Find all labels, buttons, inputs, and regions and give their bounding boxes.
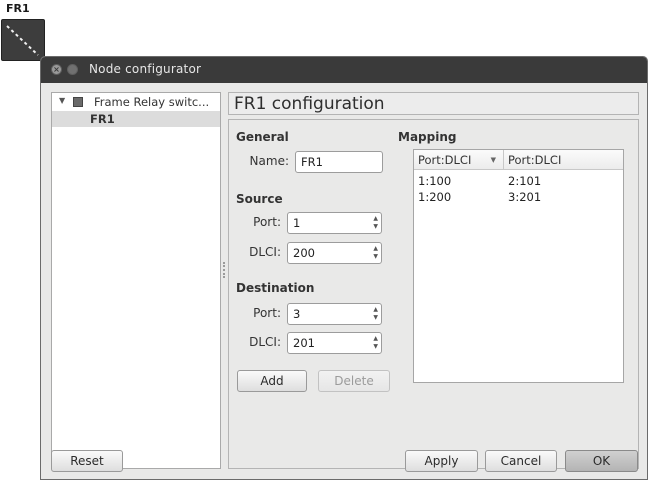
table-cell[interactable]: 2:101 xyxy=(508,174,541,188)
ok-button[interactable]: OK xyxy=(565,450,638,472)
destination-heading: Destination xyxy=(236,281,315,295)
source-dlci-value: 200 xyxy=(293,246,315,260)
cancel-button[interactable]: Cancel xyxy=(485,450,557,472)
add-button[interactable]: Add xyxy=(237,370,307,392)
spin-up-icon[interactable]: ▲ xyxy=(373,216,378,222)
sort-down-icon: ▼ xyxy=(490,156,496,164)
switch-icon xyxy=(73,97,83,107)
spin-arrows[interactable]: ▲ ▼ xyxy=(369,304,381,324)
source-port-value: 1 xyxy=(293,216,301,230)
destination-port-label: Port: xyxy=(253,306,281,320)
spin-arrows[interactable]: ▲ ▼ xyxy=(369,333,381,353)
mapping-heading: Mapping xyxy=(398,130,457,144)
destination-dlci-label: DLCI: xyxy=(249,335,281,349)
column-header-source[interactable]: Port:DLCI ▼ xyxy=(414,150,504,170)
destination-dlci-spinbox[interactable]: 201 ▲ ▼ xyxy=(287,332,382,354)
delete-button[interactable]: Delete xyxy=(318,370,390,392)
source-dlci-label: DLCI: xyxy=(249,245,281,259)
source-port-spinbox[interactable]: 1 ▲ ▼ xyxy=(287,212,382,234)
config-title: FR1 configuration xyxy=(234,94,385,114)
destination-dlci-value: 201 xyxy=(293,336,315,350)
name-label: Name: xyxy=(249,154,289,168)
destination-port-spinbox[interactable]: 3 ▲ ▼ xyxy=(287,303,382,325)
destination-port-value: 3 xyxy=(293,307,301,321)
tree-item-label: FR1 xyxy=(90,112,115,126)
tree-group-frame-relay[interactable]: ▼ Frame Relay switc... xyxy=(52,95,220,111)
title-bar[interactable]: × Node configurator xyxy=(41,57,647,83)
column-header-destination[interactable]: Port:DLCI xyxy=(504,150,623,170)
mapping-table[interactable]: Port:DLCI ▼ Port:DLCI 1:100 2:101 1:200 … xyxy=(413,149,624,383)
spin-up-icon[interactable]: ▲ xyxy=(373,246,378,252)
column-header-label: Port:DLCI xyxy=(508,153,562,167)
tree-group-label: Frame Relay switc... xyxy=(94,95,210,109)
column-header-label: Port:DLCI xyxy=(418,153,472,167)
node-label: FR1 xyxy=(6,2,30,15)
window-title: Node configurator xyxy=(89,62,202,76)
spin-down-icon[interactable]: ▼ xyxy=(373,315,378,321)
node-tree[interactable]: ▼ Frame Relay switc... FR1 xyxy=(51,92,221,469)
general-heading: General xyxy=(236,130,289,144)
source-port-label: Port: xyxy=(253,215,281,229)
frame-relay-switch-icon[interactable] xyxy=(1,19,45,61)
apply-button[interactable]: Apply xyxy=(405,450,478,472)
expand-arrow-icon[interactable]: ▼ xyxy=(59,96,65,105)
spin-arrows[interactable]: ▲ ▼ xyxy=(369,243,381,263)
reset-button[interactable]: Reset xyxy=(51,450,123,472)
splitter-handle[interactable] xyxy=(223,262,227,278)
name-field[interactable]: FR1 xyxy=(295,151,383,173)
spin-down-icon[interactable]: ▼ xyxy=(373,224,378,230)
config-header: FR1 configuration xyxy=(228,92,639,115)
spin-down-icon[interactable]: ▼ xyxy=(373,254,378,260)
minimize-icon[interactable] xyxy=(67,64,78,75)
spin-up-icon[interactable]: ▲ xyxy=(373,307,378,313)
table-cell[interactable]: 3:201 xyxy=(508,190,541,204)
table-cell[interactable]: 1:200 xyxy=(418,190,451,204)
spin-up-icon[interactable]: ▲ xyxy=(373,336,378,342)
table-cell[interactable]: 1:100 xyxy=(418,174,451,188)
tree-item-fr1[interactable]: FR1 xyxy=(52,111,220,127)
source-dlci-spinbox[interactable]: 200 ▲ ▼ xyxy=(287,242,382,264)
source-heading: Source xyxy=(236,192,283,206)
close-icon[interactable]: × xyxy=(51,64,62,75)
spin-arrows[interactable]: ▲ ▼ xyxy=(369,213,381,233)
spin-down-icon[interactable]: ▼ xyxy=(373,344,378,350)
node-configurator-dialog: × Node configurator ▼ Frame Relay switc.… xyxy=(40,56,648,480)
